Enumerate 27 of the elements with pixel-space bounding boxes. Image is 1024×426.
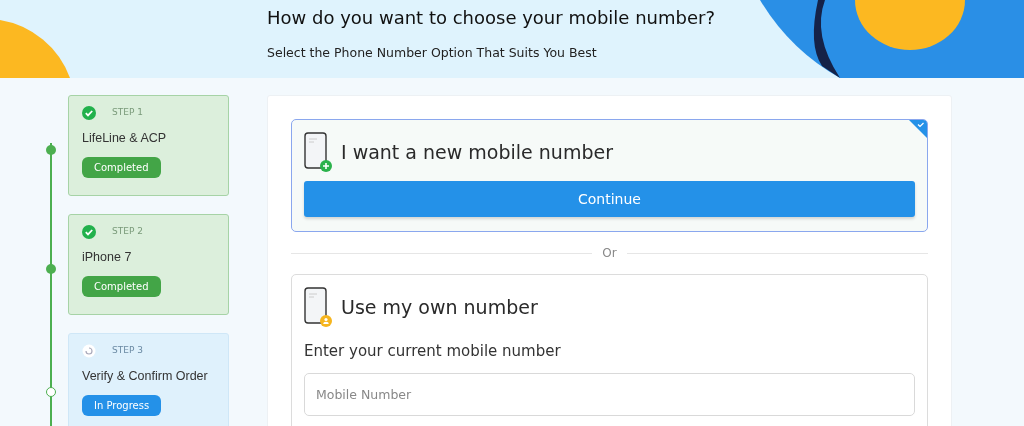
page-title: How do you want to choose your mobile number? (267, 6, 716, 30)
option-card[interactable]: I want a new mobile number Continue (291, 119, 928, 232)
step-card[interactable]: STEP 3 Verify & Confirm Order In Progress (68, 333, 229, 426)
step-name: LifeLine & ACP (82, 130, 168, 147)
step-name: Verify & Confirm Order (82, 368, 209, 385)
selected-check-icon (909, 120, 927, 138)
step-label: STEP 1 (112, 106, 143, 120)
check-icon (82, 225, 96, 239)
phone-user-icon (304, 287, 333, 328)
check-icon (82, 106, 96, 120)
option-card[interactable]: Use my own number Enter your current mobile number Mobile Number (291, 274, 928, 426)
step-name: iPhone 7 (82, 249, 133, 266)
page-subtitle: Select the Phone Number Option That Suits You Best (267, 44, 598, 62)
field-label: Enter your current mobile number (304, 341, 562, 362)
status-badge: In Progress (82, 394, 162, 416)
option-title: Use my own number (341, 295, 538, 321)
separator-text: Or (601, 245, 618, 262)
status-badge: Completed (82, 275, 161, 297)
loading-icon (82, 344, 96, 358)
option-title: I want a new mobile number (341, 140, 613, 166)
status-badge: Completed (82, 156, 161, 178)
step-card[interactable]: STEP 2 iPhone 7 Completed (68, 214, 229, 315)
step-label: STEP 2 (112, 225, 143, 239)
mobile-number-field[interactable]: Mobile Number (304, 372, 915, 416)
phone-add-icon (304, 132, 333, 173)
step-label: STEP 3 (112, 344, 143, 358)
step-card[interactable]: STEP 1 LifeLine & ACP Completed (68, 95, 229, 196)
